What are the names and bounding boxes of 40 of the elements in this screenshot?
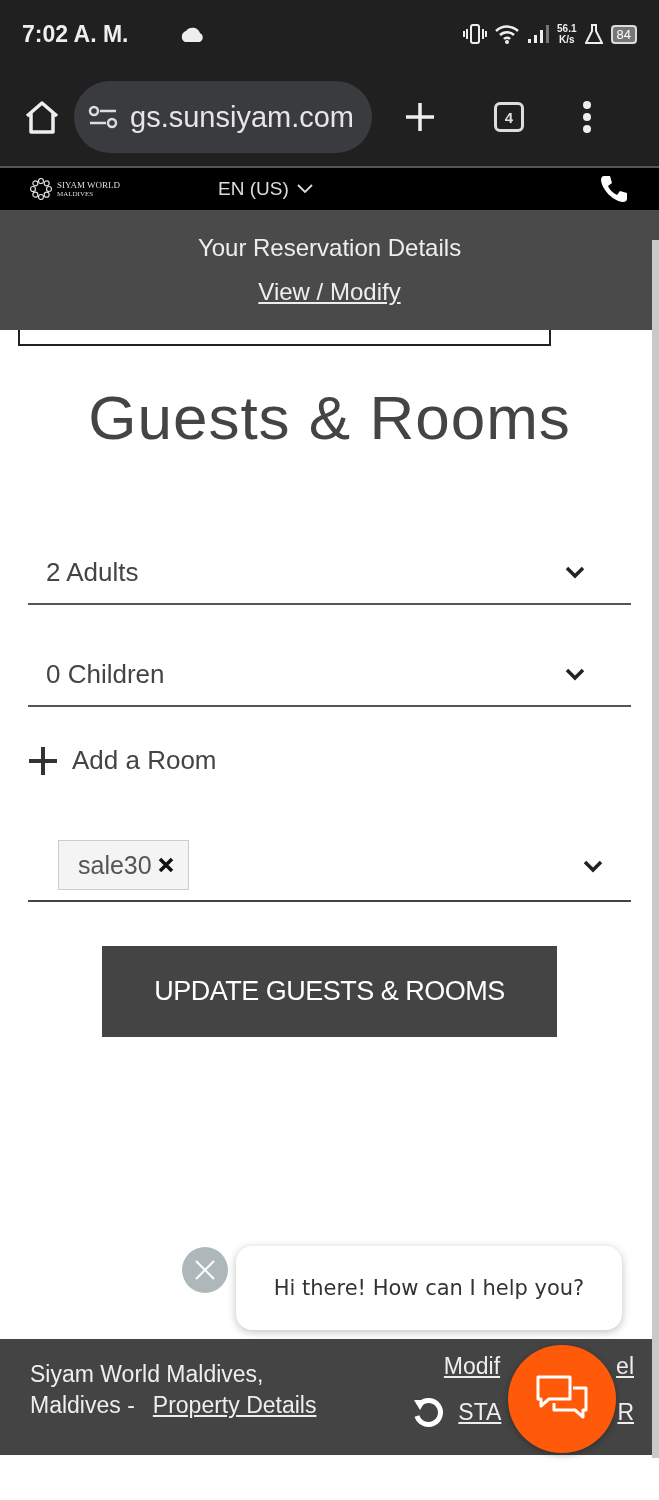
add-room-button[interactable]: Add a Room [28, 745, 217, 776]
reservation-title: Your Reservation Details [197, 234, 462, 262]
property-details-link[interactable]: Property Details [152, 1392, 317, 1419]
modify-link[interactable]: Modif [443, 1353, 501, 1380]
page-heading: Guests & Rooms [87, 382, 572, 453]
remove-icon[interactable] [157, 857, 174, 873]
language-selector[interactable]: EN (US) [218, 178, 313, 200]
network-speed: 56.1 K/s [557, 23, 577, 45]
clock-time: 7:02 A. M. [22, 20, 129, 48]
start-over-link[interactable]: R [617, 1398, 634, 1426]
chevron-down-icon [565, 565, 585, 579]
site-settings-icon[interactable] [88, 105, 118, 129]
home-icon[interactable] [24, 100, 60, 134]
chevron-down-icon [565, 667, 585, 681]
scrollbar[interactable] [652, 240, 659, 1458]
flask-icon [584, 24, 603, 44]
promo-tag: sale30 [58, 840, 189, 890]
logo-icon [30, 178, 52, 200]
footer-text: Siyam World Maldives, [30, 1361, 265, 1388]
chevron-down-icon [583, 860, 603, 873]
chat-bubble: Hi there! How can I help you? [236, 1246, 622, 1330]
signal-icon [527, 24, 550, 44]
chevron-down-icon [296, 184, 313, 194]
address-bar[interactable]: gs.sunsiyam.com [74, 81, 372, 153]
battery-level: 84 [610, 24, 637, 44]
new-tab-icon[interactable] [404, 101, 436, 133]
promo-code-select[interactable]: sale30 [28, 840, 631, 902]
phone-icon[interactable] [599, 174, 629, 204]
footer-text: Maldives - [30, 1392, 135, 1419]
vibrate-icon [463, 24, 488, 44]
guest-select[interactable]: 2 Adults [28, 541, 631, 605]
wifi-icon [495, 24, 520, 44]
cancel-link[interactable]: el [616, 1353, 634, 1380]
view-modify-link[interactable]: View / Modify [258, 278, 401, 306]
guest-select[interactable]: 0 Children [28, 643, 631, 707]
update-button[interactable]: UPDATE GUESTS & ROOMS [102, 946, 557, 1037]
tab-count-button[interactable]: 4 [494, 102, 524, 132]
menu-icon[interactable] [582, 101, 592, 133]
start-over-link[interactable]: STA [458, 1398, 502, 1426]
plus-icon [28, 745, 58, 776]
